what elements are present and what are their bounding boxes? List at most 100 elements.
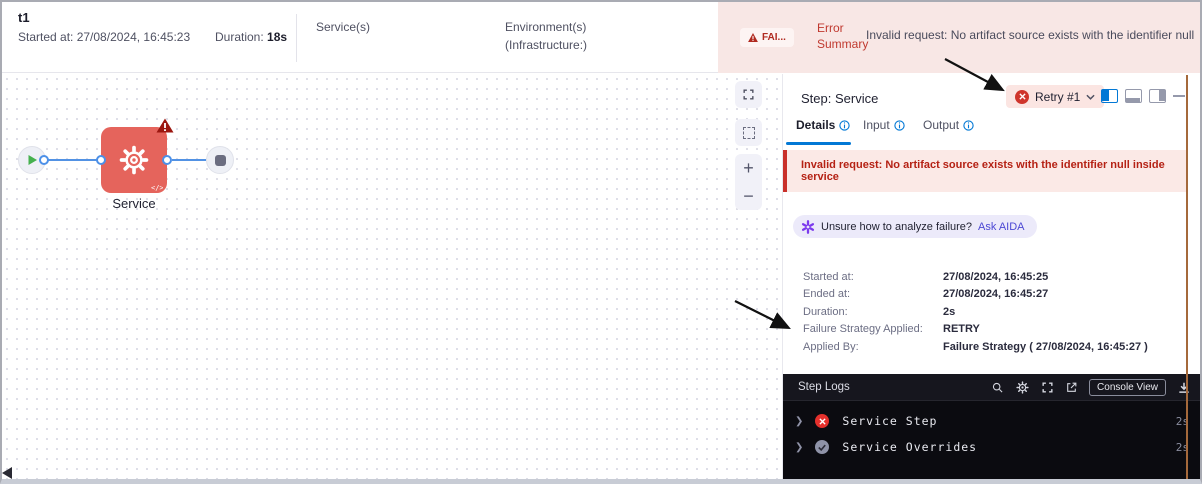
step-error-text: Invalid request: No artifact source exis… [801,159,1165,183]
console-view-button[interactable]: Console View [1089,379,1166,396]
detail-value: 27/08/2024, 16:45:25 [943,270,1049,283]
pipeline-canvas[interactable]: </> Service + − [2,74,781,479]
aida-suggestion-pill: Unsure how to analyze failure? Ask AIDA [793,215,1037,238]
log-row-name: Service Overrides [842,440,978,454]
step-panel-title: Step: Service [801,91,879,106]
zoom-controls: + − [735,154,762,210]
tab-input[interactable]: Input [863,118,905,132]
download-icon[interactable] [1177,381,1191,395]
detail-label: Ended at: [803,288,851,301]
gear-icon [119,145,149,175]
started-at-text: Started at: 27/08/2024, 16:45:23 [18,30,191,44]
detail-label: Applied By: [803,340,859,353]
layout-bottom-panel-button[interactable] [1125,89,1142,103]
edge-start-to-service [46,159,103,161]
tab-details[interactable]: Details [796,118,850,132]
environments-label: Environment(s) (Infrastructure:) [505,18,587,54]
search-icon[interactable] [991,381,1004,394]
service-node-label: Service [112,196,156,211]
step-details-list: Started at: 27/08/2024, 16:45:25 Ended a… [803,268,1183,356]
header-divider [296,14,297,62]
duration-label: Duration: [215,30,264,44]
tab-output[interactable]: Output [923,118,974,132]
info-icon [963,119,974,131]
svg-text:</>: </> [151,184,163,191]
failed-status-badge: FAI... [740,28,794,47]
zoom-out-button[interactable]: − [743,187,754,205]
ask-aida-link[interactable]: Ask AIDA [978,221,1024,233]
service-node-port-right [162,155,172,165]
console-view-label: Console View [1097,382,1158,393]
fit-view-button[interactable] [735,81,762,108]
panel-scrollbar[interactable] [1186,75,1188,479]
info-icon [839,119,850,131]
detail-value: Failure Strategy ( 27/08/2024, 16:45:27 … [943,340,1148,353]
pipeline-title: t1 [18,10,30,25]
log-row-service-step[interactable]: ❯ Service Step 2s [783,409,1200,433]
duration-text: Duration: 18s [215,30,287,44]
open-in-new-icon[interactable] [1065,381,1078,394]
pipeline-execution-window: t1 Started at: 27/08/2024, 16:45:23 Dura… [0,0,1202,484]
detail-label: Duration: [803,305,848,318]
service-step-node[interactable]: </> [101,118,174,193]
failed-circle-icon [1015,89,1029,104]
step-logs-title: Step Logs [798,381,850,393]
start-node-port [39,155,49,165]
retry-selector[interactable]: Retry #1 [1006,85,1105,108]
layout-left-panel-button[interactable] [1101,89,1118,103]
panel-tabs: Details Input Output [783,118,1200,145]
step-logs-panel: Step Logs Console View ❯ Service Step 2s… [783,374,1200,479]
step-logs-header: Step Logs Console View [783,374,1200,401]
services-label: Service(s) [316,20,371,34]
step-error-banner: Invalid request: No artifact source exis… [783,150,1187,192]
failure-warning-badge [156,118,174,138]
zoom-in-button[interactable]: + [743,159,754,177]
detail-row: Failure Strategy Applied: RETRY [803,321,1183,339]
play-icon [28,155,37,165]
detail-value: RETRY [943,323,980,336]
expand-chevron-icon[interactable]: ❯ [795,442,803,453]
edge-service-to-end [172,159,206,161]
detail-row: Ended at: 27/08/2024, 16:45:27 [803,286,1183,304]
detail-row: Started at: 27/08/2024, 16:45:25 [803,268,1183,286]
failed-badge-label: FAI... [762,32,786,43]
warning-triangle-icon [748,33,758,42]
tab-details-label: Details [796,118,836,132]
expand-chevron-icon[interactable]: ❯ [795,416,803,427]
detail-row: Duration: 2s [803,303,1183,321]
code-icon: </> [151,184,163,191]
detail-label: Started at: [803,270,854,283]
fit-view-icon [743,89,754,100]
log-row-name: Service Step [842,414,938,428]
detail-value: 2s [943,305,956,318]
minimize-button[interactable] [1173,95,1185,97]
log-settings-gear-icon[interactable] [1015,380,1030,395]
error-summary-text: Invalid request: No artifact source exis… [866,28,1196,42]
tab-input-label: Input [863,118,890,132]
retry-label: Retry #1 [1035,89,1081,104]
end-node[interactable] [206,146,234,174]
selection-icon [742,126,755,139]
info-icon [894,119,905,131]
step-details-panel: Step: Service Retry #1 Details Input Out… [782,74,1200,479]
success-status-icon [815,440,830,454]
fullscreen-icon[interactable] [1041,381,1054,394]
stop-icon [214,154,226,166]
active-tab-underline [786,142,851,145]
infrastructure-line: (Infrastructure:) [505,38,588,52]
failed-status-icon [815,414,830,428]
environments-line: Environment(s) [505,20,587,34]
log-row-service-overrides[interactable]: ❯ Service Overrides 2s [783,435,1200,459]
error-summary-bar: FAI... Error Summary Invalid request: No… [718,2,1200,73]
duration-value: 18s [267,30,288,44]
layout-right-panel-button[interactable] [1149,89,1166,103]
service-node-port-left [96,155,106,165]
aida-icon [801,219,815,234]
tab-output-label: Output [923,118,960,132]
chevron-down-icon [1086,94,1095,100]
cursor-artifact [2,467,12,479]
step-logs-toolbar: Console View [991,374,1191,401]
detail-label: Failure Strategy Applied: [803,323,923,336]
detail-row: Applied By: Failure Strategy ( 27/08/202… [803,338,1183,356]
selection-mode-button[interactable] [735,119,762,146]
